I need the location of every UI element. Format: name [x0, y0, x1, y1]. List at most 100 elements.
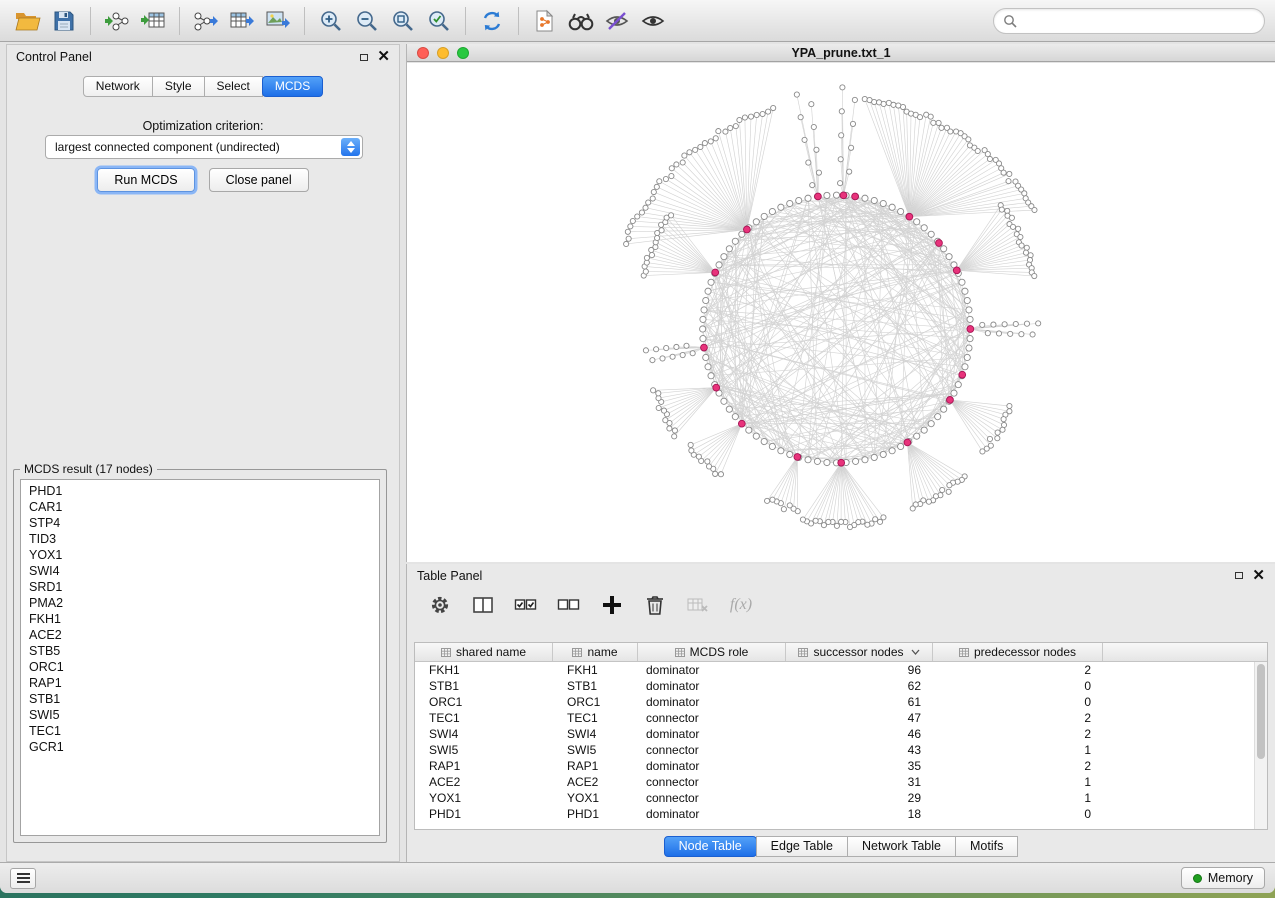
import-network-button[interactable]: [99, 4, 135, 38]
table-row[interactable]: ACE2ACE2connector311: [415, 774, 1254, 790]
list-item[interactable]: SRD1: [21, 579, 379, 595]
unselect-all-button[interactable]: [556, 592, 582, 618]
clear-table-button[interactable]: [685, 592, 711, 618]
columns-icon: [472, 594, 494, 616]
criterion-dropdown[interactable]: largest connected component (undirected): [45, 135, 363, 159]
tab-select[interactable]: Select: [204, 76, 263, 97]
list-item[interactable]: TEC1: [21, 723, 379, 739]
zoom-selected-button[interactable]: [421, 4, 457, 38]
network-canvas[interactable]: [407, 63, 1275, 562]
delete-button[interactable]: [642, 592, 668, 618]
table-row[interactable]: RAP1RAP1dominator352: [415, 758, 1254, 774]
table-cell: 1: [933, 790, 1103, 806]
table-row[interactable]: STB1STB1dominator620: [415, 678, 1254, 694]
criterion-value: largest connected component (undirected): [55, 140, 280, 154]
column-header[interactable]: MCDS role: [638, 643, 786, 661]
table-row[interactable]: FKH1FKH1dominator962: [415, 662, 1254, 678]
list-item[interactable]: SWI5: [21, 707, 379, 723]
share-document-button[interactable]: [527, 4, 563, 38]
tab-mcds[interactable]: MCDS: [262, 76, 323, 97]
tab-node-table[interactable]: Node Table: [664, 836, 757, 857]
export-network-button[interactable]: [188, 4, 224, 38]
table-row[interactable]: YOX1YOX1connector291: [415, 790, 1254, 806]
list-item[interactable]: PMA2: [21, 595, 379, 611]
open-file-button[interactable]: [10, 4, 46, 38]
maximize-window-icon[interactable]: [457, 47, 469, 59]
save-session-button[interactable]: [46, 4, 82, 38]
list-item[interactable]: FKH1: [21, 611, 379, 627]
search-input[interactable]: [1023, 14, 1255, 28]
run-mcds-button[interactable]: Run MCDS: [97, 168, 194, 192]
table-cell: dominator: [638, 662, 786, 678]
close-panel-button[interactable]: Close panel: [209, 168, 309, 192]
table-row[interactable]: SWI5SWI5connector431: [415, 742, 1254, 758]
list-item[interactable]: STB5: [21, 643, 379, 659]
column-grid-icon: [441, 648, 451, 657]
export-table-button[interactable]: [224, 4, 260, 38]
close-window-icon[interactable]: [417, 47, 429, 59]
select-all-button[interactable]: [513, 592, 539, 618]
network-graph[interactable]: [407, 63, 1275, 562]
show-eye-button[interactable]: [635, 4, 671, 38]
network-window: YPA_prune.txt_1: [406, 44, 1275, 562]
column-header[interactable]: predecessor nodes: [933, 643, 1103, 661]
toolbar-separator: [179, 7, 180, 35]
add-button[interactable]: [599, 592, 625, 618]
column-header[interactable]: shared name: [415, 643, 553, 661]
function-builder-button[interactable]: f(x): [728, 592, 754, 618]
table-cell: 0: [933, 678, 1103, 694]
import-table-button[interactable]: [135, 4, 171, 38]
minimize-window-icon[interactable]: [437, 47, 449, 59]
options-menu-button[interactable]: [10, 868, 36, 889]
list-item[interactable]: SWI4: [21, 563, 379, 579]
toolbar-separator: [90, 7, 91, 35]
tab-network-table[interactable]: Network Table: [847, 836, 956, 857]
binoculars-button[interactable]: [563, 4, 599, 38]
column-header-filler: [1103, 643, 1267, 661]
table-row[interactable]: TEC1TEC1connector472: [415, 710, 1254, 726]
toolbar-separator: [518, 7, 519, 35]
export-image-button[interactable]: [260, 4, 296, 38]
tab-style[interactable]: Style: [152, 76, 205, 97]
table-panel-title: Table Panel: [417, 569, 482, 583]
search-box[interactable]: [993, 8, 1265, 34]
zoom-fit-button[interactable]: [385, 4, 421, 38]
list-item[interactable]: ACE2: [21, 627, 379, 643]
close-panel-icon[interactable]: ✕: [1252, 571, 1265, 581]
column-header[interactable]: successor nodes: [786, 643, 933, 661]
close-panel-icon[interactable]: ✕: [377, 52, 390, 62]
memory-button[interactable]: Memory: [1181, 867, 1265, 889]
table-scrollbar[interactable]: [1254, 662, 1267, 829]
table-panel: Table Panel ✕: [406, 564, 1275, 862]
list-item[interactable]: GCR1: [21, 739, 379, 755]
refresh-button[interactable]: [474, 4, 510, 38]
table-row[interactable]: PHD1PHD1dominator180: [415, 806, 1254, 822]
float-panel-icon[interactable]: [1235, 572, 1243, 579]
tab-network[interactable]: Network: [83, 76, 153, 97]
select-all-icon: [514, 594, 538, 616]
table-cell: dominator: [638, 806, 786, 822]
toolbar-separator: [304, 7, 305, 35]
list-item[interactable]: ORC1: [21, 659, 379, 675]
gear-button[interactable]: [427, 592, 453, 618]
list-item[interactable]: STP4: [21, 515, 379, 531]
scrollbar-thumb[interactable]: [1257, 664, 1265, 759]
table-row[interactable]: SWI4SWI4dominator462: [415, 726, 1254, 742]
columns-button[interactable]: [470, 592, 496, 618]
list-item[interactable]: TID3: [21, 531, 379, 547]
zoom-in-button[interactable]: [313, 4, 349, 38]
list-item[interactable]: RAP1: [21, 675, 379, 691]
tab-motifs[interactable]: Motifs: [955, 836, 1018, 857]
zoom-out-button[interactable]: [349, 4, 385, 38]
list-item[interactable]: YOX1: [21, 547, 379, 563]
table-cell: 2: [933, 758, 1103, 774]
float-panel-icon[interactable]: [360, 54, 368, 61]
hide-eye-button[interactable]: [599, 4, 635, 38]
column-grid-icon: [959, 648, 969, 657]
list-item[interactable]: CAR1: [21, 499, 379, 515]
list-item[interactable]: PHD1: [21, 483, 379, 499]
tab-edge-table[interactable]: Edge Table: [756, 836, 848, 857]
column-header[interactable]: name: [553, 643, 638, 661]
list-item[interactable]: STB1: [21, 691, 379, 707]
table-row[interactable]: ORC1ORC1dominator610: [415, 694, 1254, 710]
